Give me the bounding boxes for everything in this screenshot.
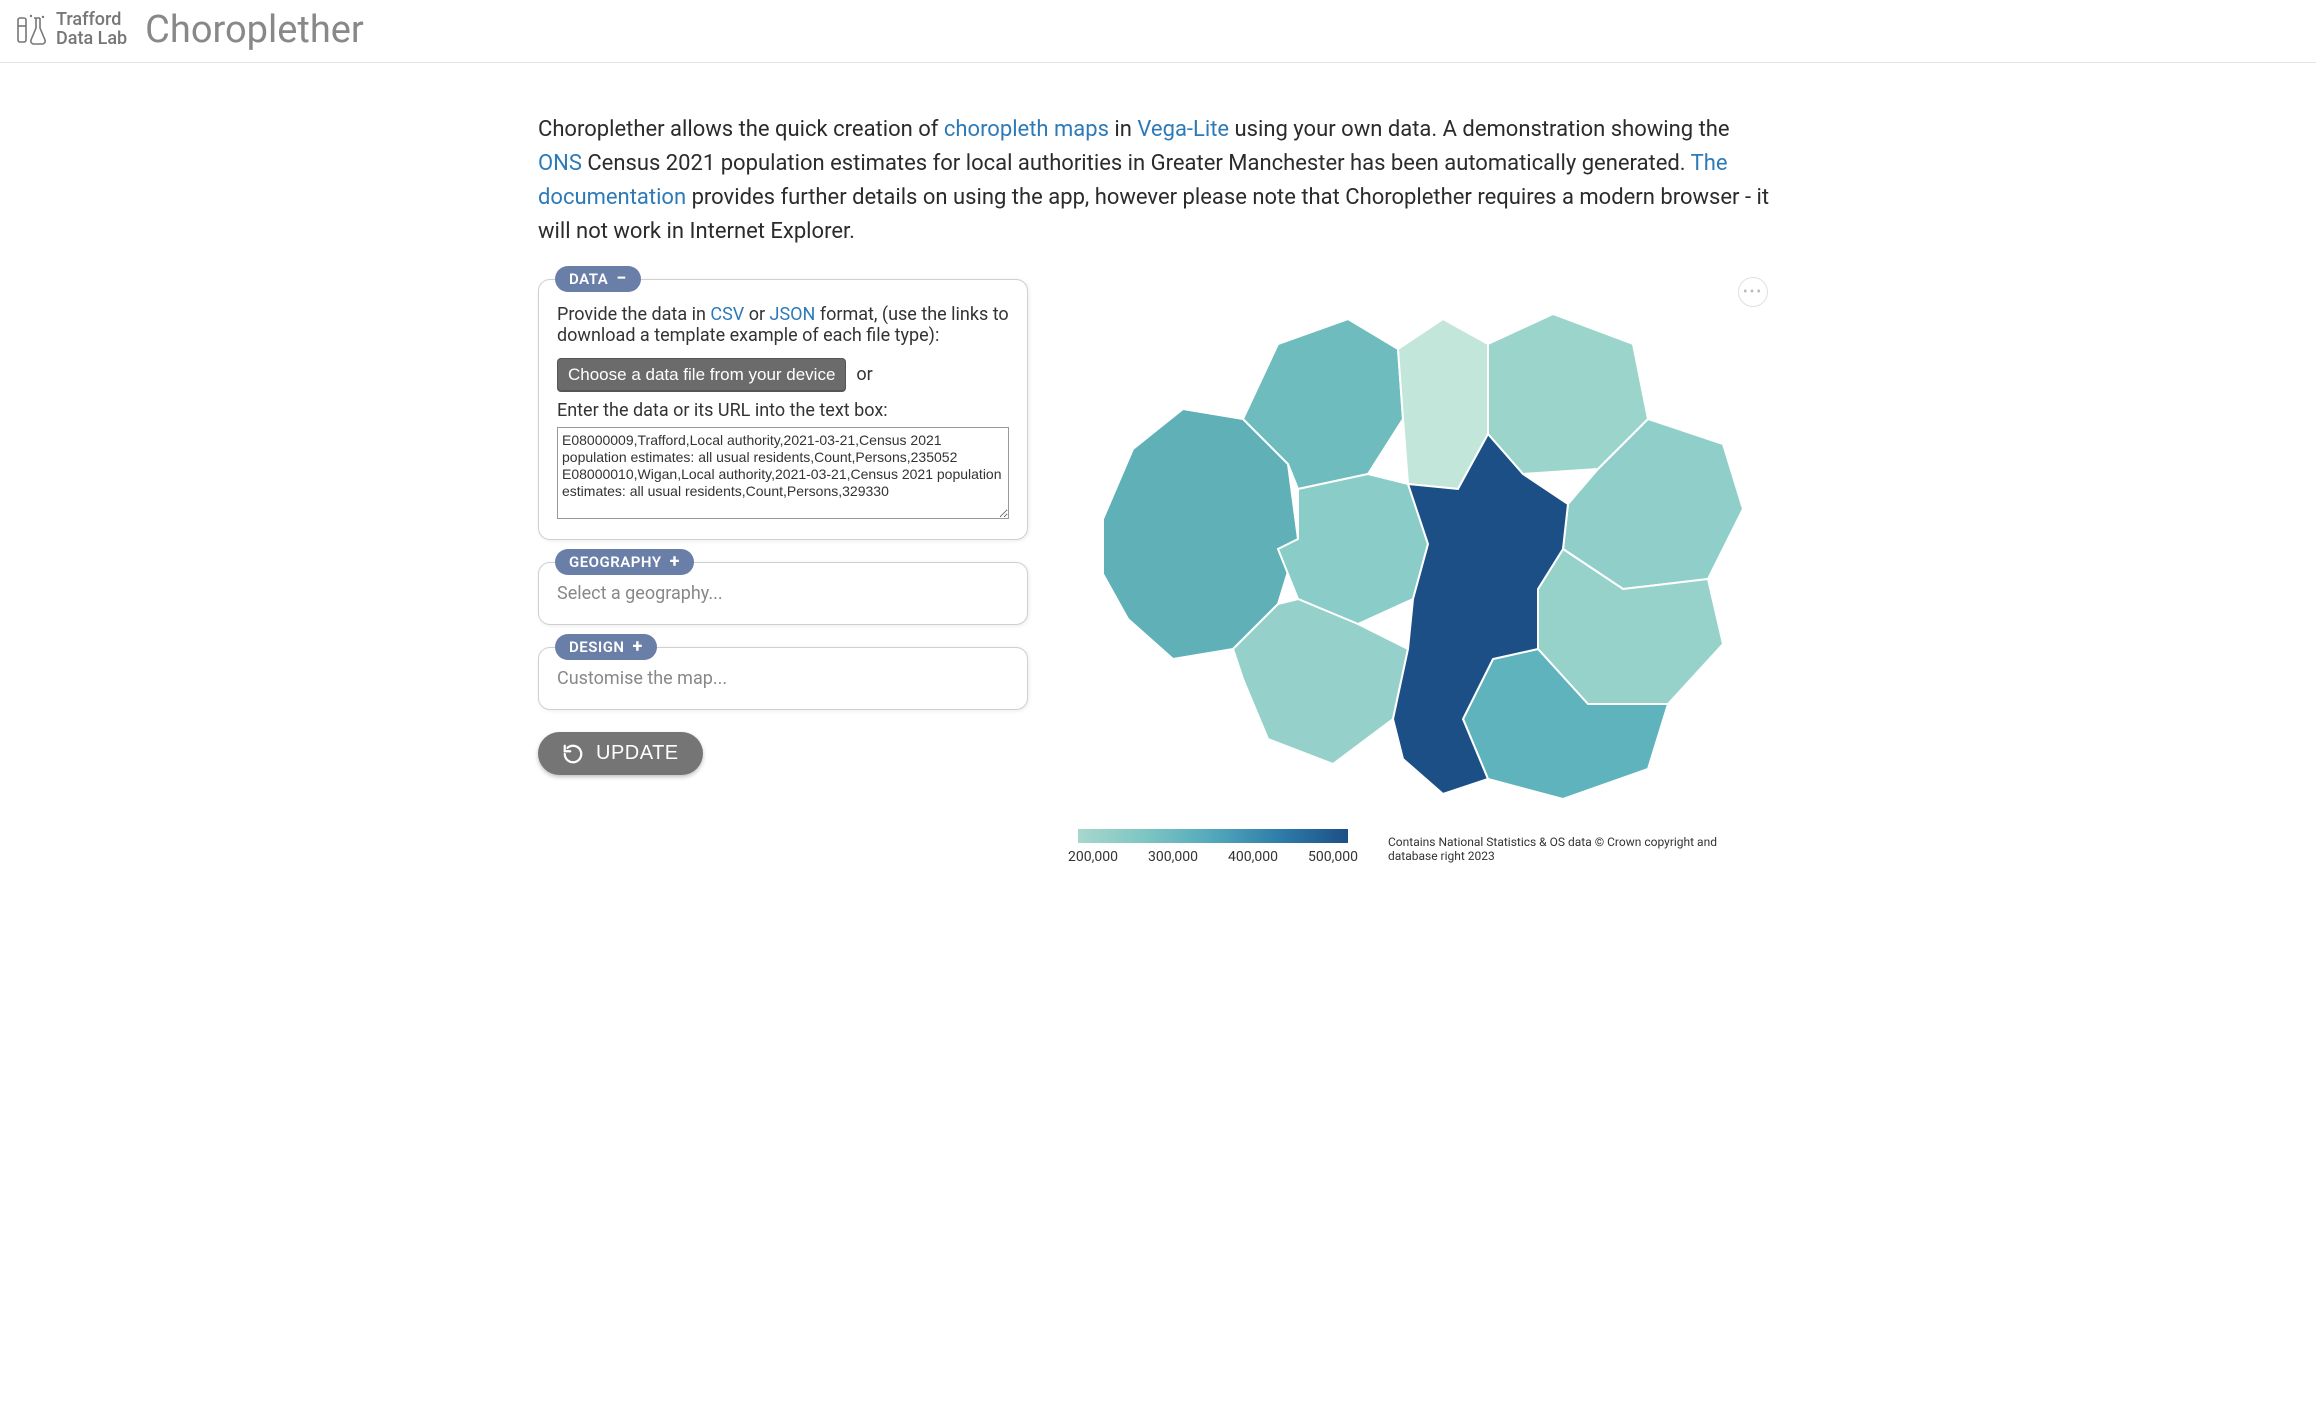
link-vega-lite[interactable]: Vega-Lite [1137, 117, 1229, 142]
map-legend: 200,000 300,000 400,000 500,000 [1078, 829, 1358, 865]
geography-summary: Select a geography... [557, 583, 1009, 604]
page-title: Choroplether [145, 8, 364, 52]
minus-icon: − [616, 270, 626, 288]
panel-geography-tab[interactable]: GEOGRAPHY + [555, 549, 694, 575]
plus-icon: + [670, 553, 680, 571]
org-logo[interactable]: Trafford Data Lab [14, 11, 127, 49]
refresh-icon [562, 743, 584, 765]
lab-logo-icon [14, 12, 50, 48]
plus-icon: + [633, 638, 643, 656]
legend-gradient [1078, 829, 1348, 843]
app-header: Trafford Data Lab Choroplether [0, 0, 2316, 63]
map-area-trafford[interactable] [1233, 599, 1408, 764]
panel-data-tab[interactable]: DATA − [555, 266, 641, 292]
choropleth-map [1093, 289, 1753, 809]
data-instruction-1: Provide the data in CSV or JSON format, … [557, 304, 1009, 346]
panel-data: DATA − Provide the data in CSV or JSON f… [538, 279, 1028, 540]
link-csv-template[interactable]: CSV [710, 304, 744, 325]
update-button[interactable]: UPDATE [538, 732, 703, 775]
choose-file-button[interactable]: Choose a data file from your device [557, 358, 846, 392]
org-name: Trafford Data Lab [56, 11, 127, 49]
map-attribution: Contains National Statistics & OS data ©… [1388, 835, 1768, 865]
panel-design-tab[interactable]: DESIGN + [555, 634, 657, 660]
intro-text: Choroplether allows the quick creation o… [538, 113, 1778, 249]
link-ons[interactable]: ONS [538, 151, 582, 176]
panel-design: DESIGN + Customise the map... [538, 647, 1028, 710]
data-instruction-2: Enter the data or its URL into the text … [557, 400, 1009, 421]
link-choropleth-maps[interactable]: choropleth maps [944, 117, 1109, 142]
ellipsis-icon: ••• [1743, 284, 1763, 300]
or-separator: or [856, 364, 872, 385]
data-input-textarea[interactable] [557, 427, 1009, 519]
panel-geography: GEOGRAPHY + Select a geography... [538, 562, 1028, 625]
map-actions-menu[interactable]: ••• [1738, 277, 1768, 307]
legend-ticks: 200,000 300,000 400,000 500,000 [1068, 849, 1358, 865]
design-summary: Customise the map... [557, 668, 1009, 689]
link-json-template[interactable]: JSON [770, 304, 816, 325]
